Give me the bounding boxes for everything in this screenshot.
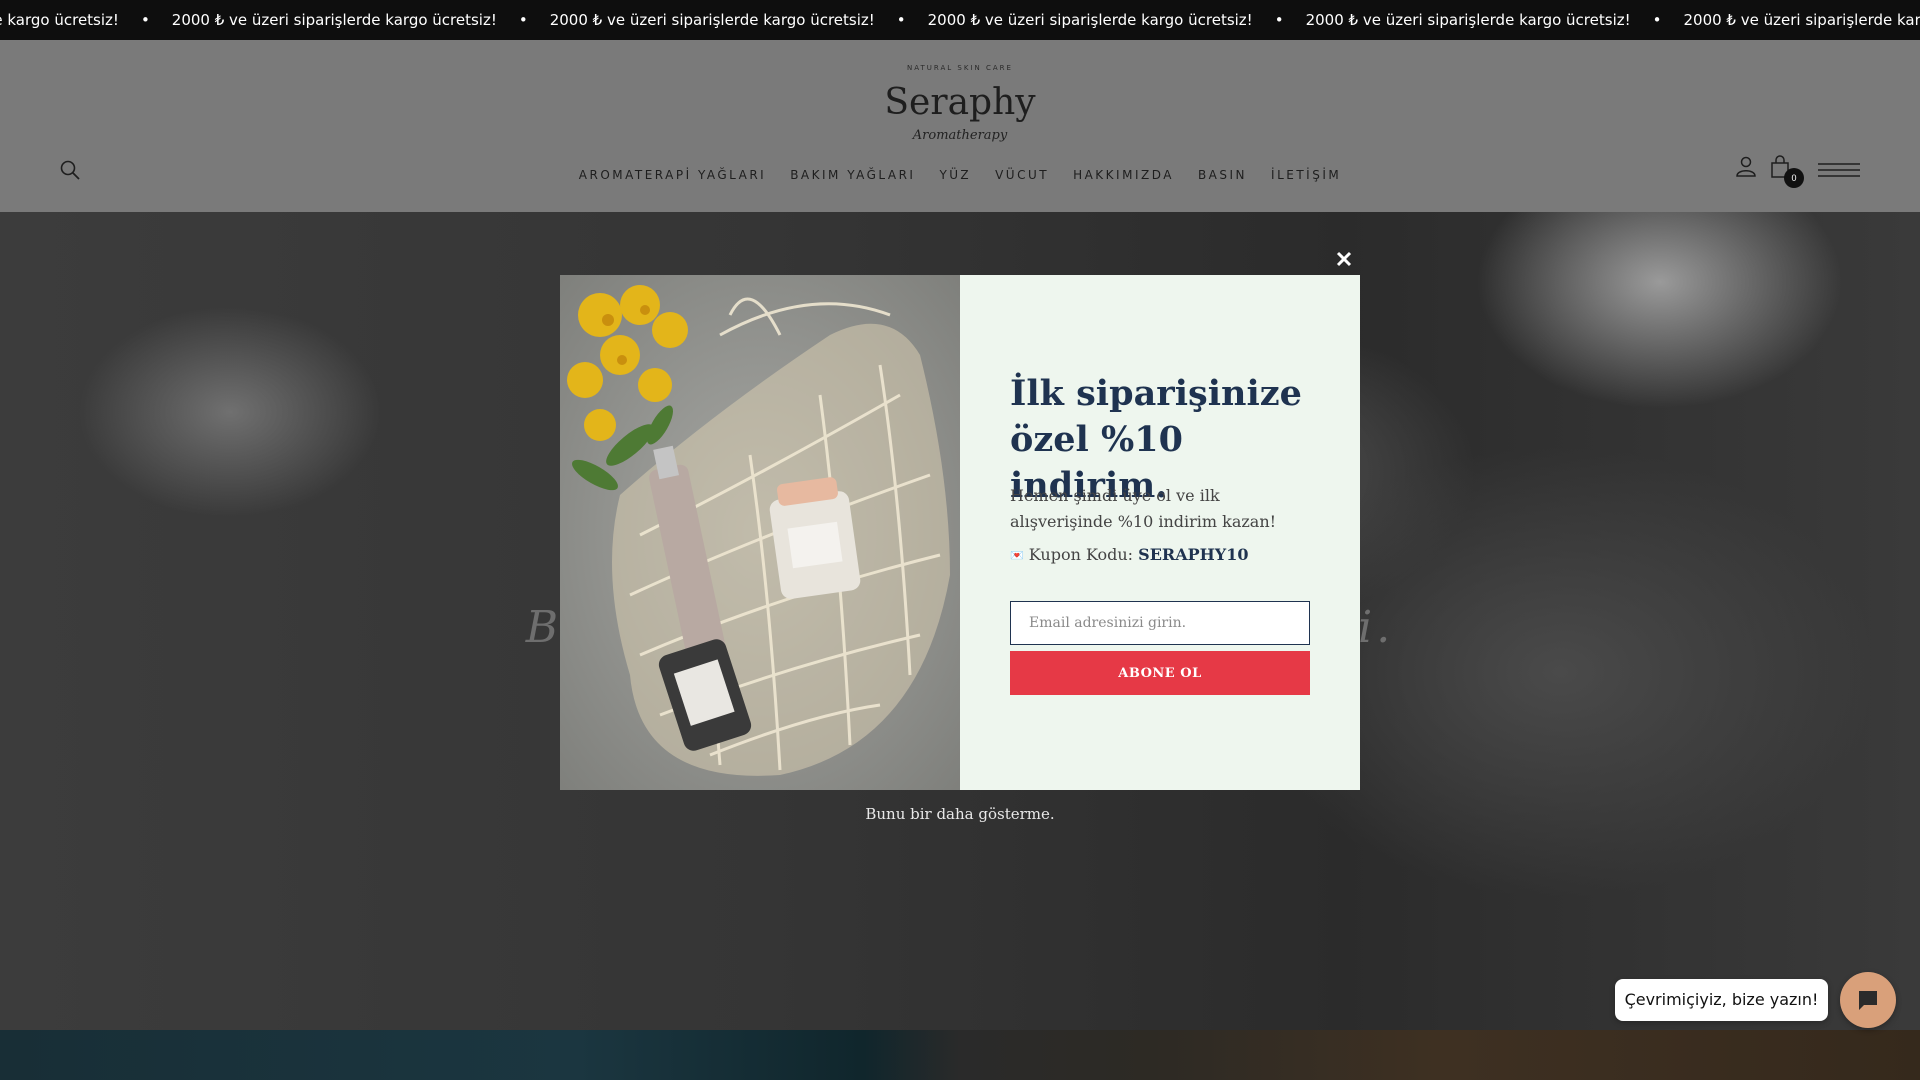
announcement-message: 2000 ₺ ve üzeri siparişlerde kargo ücret…	[549, 11, 875, 29]
coupon-label: Kupon Kodu:	[1028, 545, 1134, 564]
logo-tagline: Aromatherapy	[912, 128, 1008, 143]
announcement-separator: •	[518, 11, 528, 29]
nav-item-hakkimizda[interactable]: HAKKIMIZDA	[1073, 168, 1174, 182]
announcement-message: üzeri siparişlerde kargo ücretsiz!	[0, 11, 119, 29]
announcement-message: 2000 ₺ ve üzeri siparişlerde kargo ücret…	[927, 11, 1253, 29]
chat-icon	[1859, 991, 1877, 1010]
announcement-message: 2000 ₺ ve üzeri siparişlerde kargo ücret…	[171, 11, 497, 29]
dont-show-again-link[interactable]: Bunu bir daha gösterme.	[760, 805, 1160, 823]
hero-text-left: B	[525, 602, 563, 653]
announcement-separator: •	[1652, 11, 1662, 29]
subscribe-button[interactable]: ABONE OL	[1010, 651, 1310, 695]
product-photo	[560, 275, 960, 790]
announcement-message: 2000 ₺ ve üzeri siparişlerde kargo ücret…	[1305, 11, 1631, 29]
logo-arc-text: NATURAL SKIN CARE	[907, 64, 1013, 72]
announcement-track: üzeri siparişlerde kargo ücretsiz! • 200…	[0, 0, 1920, 40]
announcement-bar: üzeri siparişlerde kargo ücretsiz! • 200…	[0, 0, 1920, 40]
nav-item-aromaterapi-yaglari[interactable]: AROMATERAPİ YAĞLARI	[579, 168, 766, 182]
close-icon[interactable]	[1331, 246, 1357, 272]
logo-name: Seraphy	[884, 82, 1036, 123]
heart-envelope-icon: 💌	[1010, 549, 1024, 562]
popup-description: Hemen şimdi üye ol ve ilk alışverişinde …	[1010, 486, 1277, 531]
discount-popup: İlk siparişinize özel %10 indirim. Hemen…	[560, 275, 1360, 790]
popup-title-line-1: İlk siparişinize	[1010, 373, 1302, 414]
nav-item-iletisim[interactable]: İLETİŞİM	[1271, 168, 1341, 182]
search-icon[interactable]	[58, 158, 82, 182]
nav-item-yuz[interactable]: YÜZ	[939, 168, 971, 182]
announcement-separator: •	[1274, 11, 1284, 29]
announcement-message: 2000 ₺ ve üzeri siparişlerde kargo ücret…	[1683, 11, 1920, 29]
announcement-separator: •	[140, 11, 150, 29]
site-logo[interactable]: NATURAL SKIN CARE Seraphy Aromatherapy	[880, 60, 1040, 160]
announcement-separator: •	[896, 11, 906, 29]
cart-count-badge[interactable]: 0	[1784, 168, 1804, 188]
next-section-preview	[0, 1030, 1920, 1080]
chat-greeting-bubble[interactable]: Çevrimiçiyiz, bize yazın!	[1615, 979, 1828, 1021]
chat-launcher-button[interactable]	[1840, 972, 1896, 1028]
coupon-line: 💌 Kupon Kodu: SERAPHY10	[1010, 545, 1330, 564]
user-icon[interactable]	[1734, 154, 1758, 178]
nav-item-bakim-yaglari[interactable]: BAKIM YAĞLARI	[790, 168, 915, 182]
main-nav: AROMATERAPİ YAĞLARI BAKIM YAĞLARI YÜZ VÜ…	[570, 160, 1350, 190]
site-header: NATURAL SKIN CARE Seraphy Aromatherapy A…	[0, 40, 1920, 212]
nav-item-vucut[interactable]: VÜCUT	[995, 168, 1049, 182]
coupon-code: SERAPHY10	[1138, 545, 1249, 564]
email-input[interactable]	[1010, 601, 1310, 645]
hamburger-menu-icon[interactable]	[1818, 160, 1860, 180]
hero-text-right: i.	[1358, 602, 1395, 653]
nav-item-basin[interactable]: BASIN	[1198, 168, 1247, 182]
